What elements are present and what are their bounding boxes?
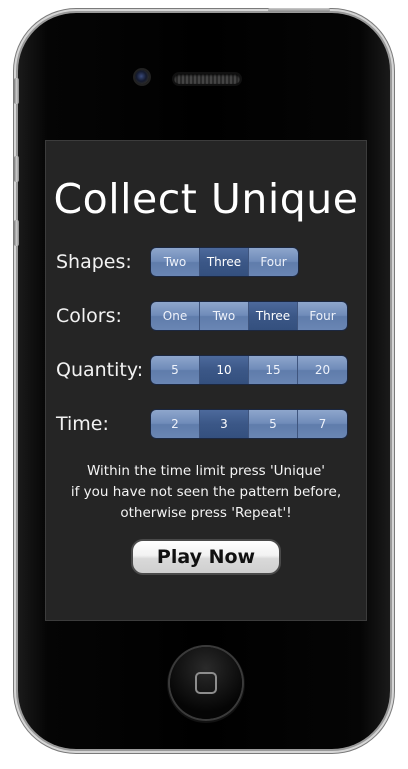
page-title: Collect Unique <box>53 175 359 223</box>
quantity-option-20[interactable]: 20 <box>298 356 347 384</box>
colors-option-three[interactable]: Three <box>249 302 298 330</box>
instructions-line-2: if you have not seen the pattern before, <box>70 484 342 500</box>
quantity-segmented-control: 5 10 15 20 <box>151 356 347 384</box>
earpiece-speaker <box>174 74 240 84</box>
instructions-text: Within the time limit press 'Unique' if … <box>46 461 366 524</box>
quantity-option-5[interactable]: 5 <box>151 356 200 384</box>
colors-label: Colors: <box>56 305 122 327</box>
instructions-line-1: Within the time limit press 'Unique' <box>86 463 325 479</box>
colors-option-four[interactable]: Four <box>298 302 347 330</box>
time-option-3[interactable]: 3 <box>200 410 249 438</box>
volume-up-button <box>14 156 19 182</box>
mute-switch <box>14 78 19 104</box>
sleep-button <box>268 8 330 12</box>
shapes-segmented-control: Two Three Four <box>151 248 298 276</box>
shapes-label: Shapes: <box>56 251 132 273</box>
time-label: Time: <box>56 413 109 435</box>
app-screen: Collect Unique Shapes: Two Three Four Co… <box>45 140 367 621</box>
home-button[interactable] <box>170 647 242 719</box>
colors-option-two[interactable]: Two <box>200 302 249 330</box>
volume-down-button <box>14 220 19 246</box>
play-now-button[interactable]: Play Now <box>131 539 281 575</box>
quantity-option-10[interactable]: 10 <box>200 356 249 384</box>
home-square-icon <box>195 672 217 694</box>
front-camera <box>135 70 149 84</box>
time-option-2[interactable]: 2 <box>151 410 200 438</box>
time-option-7[interactable]: 7 <box>298 410 347 438</box>
shapes-option-four[interactable]: Four <box>249 248 298 276</box>
time-segmented-control: 2 3 5 7 <box>151 410 347 438</box>
shapes-option-three[interactable]: Three <box>200 248 249 276</box>
shapes-option-two[interactable]: Two <box>151 248 200 276</box>
instructions-line-3: otherwise press 'Repeat'! <box>120 505 292 521</box>
colors-segmented-control: One Two Three Four <box>151 302 347 330</box>
quantity-label: Quantity: <box>56 359 144 381</box>
quantity-option-15[interactable]: 15 <box>249 356 298 384</box>
colors-option-one[interactable]: One <box>151 302 200 330</box>
time-option-5[interactable]: 5 <box>249 410 298 438</box>
